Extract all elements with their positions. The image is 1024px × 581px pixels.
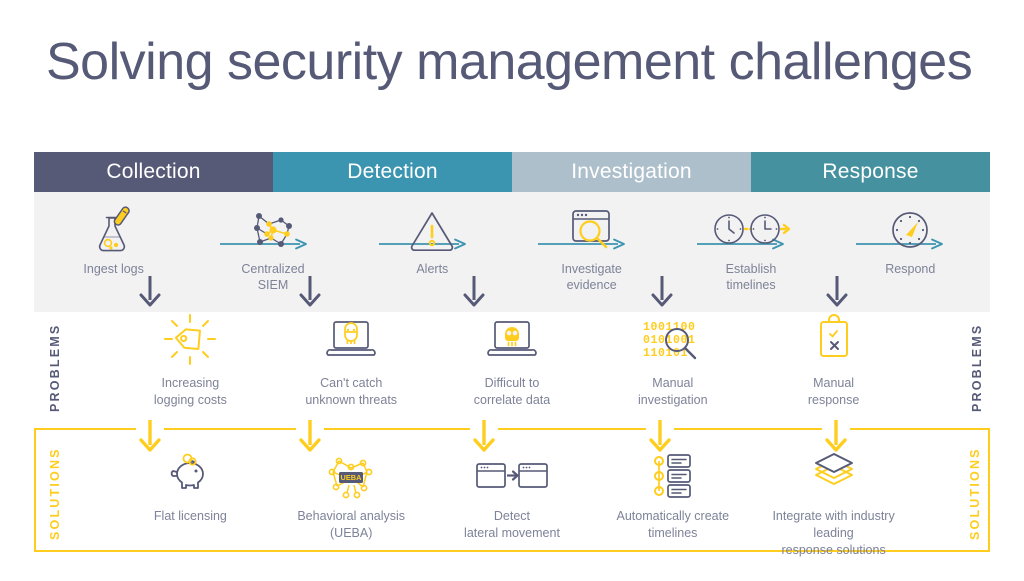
solution-label: Automatically create timelines bbox=[616, 509, 730, 540]
clipboard-check-x-icon bbox=[811, 312, 857, 368]
solution-label: Integrate with industry leading response … bbox=[772, 509, 895, 557]
down-arrow-to-solutions-1 bbox=[136, 420, 164, 454]
problems-rail-left: PROBLEMS bbox=[48, 323, 62, 413]
solution-flat-licensing[interactable]: Flat licensing bbox=[110, 430, 271, 550]
problem-label: Difficult to correlate data bbox=[473, 376, 551, 407]
flow-step-ingest-logs[interactable]: Ingest logs bbox=[34, 192, 193, 278]
stage-label: Investigation bbox=[571, 160, 692, 183]
stage-header-detection[interactable]: Detection bbox=[273, 152, 512, 192]
down-arrow-to-problems-4 bbox=[650, 276, 674, 308]
down-arrow-to-problems-3 bbox=[462, 276, 486, 308]
down-arrow-to-solutions-2 bbox=[296, 420, 324, 454]
problem-label: Increasing logging costs bbox=[153, 376, 227, 407]
solutions-rail-right: SOLUTIONS bbox=[968, 447, 982, 541]
down-arrow-to-problems-2 bbox=[298, 276, 322, 308]
piggy-bank-icon bbox=[163, 452, 217, 500]
flow-step-establish-timelines[interactable]: Establish timelines bbox=[671, 192, 830, 293]
timeline-list-icon bbox=[648, 452, 698, 500]
flow-step-alerts[interactable]: Alerts bbox=[353, 192, 512, 278]
browser-magnifier-icon bbox=[566, 204, 618, 256]
problem-label: Can't catch unknown threats bbox=[305, 376, 398, 407]
problem-cant-catch-unknown-threats[interactable]: Can't catch unknown threats bbox=[271, 312, 432, 428]
two-clocks-icon bbox=[711, 204, 791, 256]
solutions-rail-left: SOLUTIONS bbox=[48, 447, 62, 541]
stage-label: Response bbox=[822, 160, 919, 183]
solution-label: Behavioral analysis (UEBA) bbox=[297, 509, 406, 540]
windows-arrow-icon bbox=[474, 452, 550, 500]
problem-label: Manual investigation bbox=[638, 376, 708, 407]
down-arrow-to-problems-5 bbox=[825, 276, 849, 308]
solution-detect-lateral-movement[interactable]: Detect lateral movement bbox=[432, 430, 593, 550]
svg-text:110101: 110101 bbox=[643, 347, 688, 360]
problem-manual-investigation[interactable]: 1001100 0101001 110101 Manual investigati… bbox=[592, 312, 753, 428]
flow-step-investigate-evidence[interactable]: Investigate evidence bbox=[512, 192, 671, 293]
down-arrow-to-solutions-4 bbox=[646, 420, 674, 454]
ueba-network-icon: UEBA bbox=[323, 452, 379, 500]
network-nodes-icon bbox=[247, 204, 299, 256]
flow-step-label: Alerts bbox=[416, 262, 449, 276]
stage-header-response[interactable]: Response bbox=[751, 152, 990, 192]
problem-label: Manual response bbox=[807, 376, 860, 407]
problem-increasing-logging-costs[interactable]: Increasing logging costs bbox=[110, 312, 271, 428]
problems-rail-right: PROBLEMS bbox=[970, 323, 984, 413]
flow-step-label: Investigate evidence bbox=[561, 262, 622, 292]
laptop-skull-icon bbox=[483, 312, 541, 368]
down-arrow-to-problems-1 bbox=[138, 276, 162, 308]
stage-header-investigation[interactable]: Investigation bbox=[512, 152, 751, 192]
laptop-masked-face-icon bbox=[322, 312, 380, 368]
down-arrow-to-solutions-3 bbox=[470, 420, 498, 454]
solution-label: Flat licensing bbox=[153, 509, 227, 523]
stacked-layers-icon bbox=[807, 452, 861, 500]
flow-step-centralized-siem[interactable]: Centralized SIEM bbox=[193, 192, 352, 293]
flow-step-label: Establish timelines bbox=[725, 262, 777, 292]
price-tag-rays-icon bbox=[162, 312, 218, 368]
speedometer-icon bbox=[887, 204, 933, 256]
ueba-badge-label: UEBA bbox=[341, 473, 363, 482]
solution-behavioral-analysis-ueba[interactable]: UEBA Behavioral analysis (UEBA) bbox=[271, 430, 432, 550]
page-title: Solving security management challenges bbox=[46, 33, 973, 91]
flow-step-label: Respond bbox=[885, 262, 936, 276]
flow-step-respond[interactable]: Respond bbox=[831, 192, 990, 278]
problem-difficult-to-correlate-data[interactable]: Difficult to correlate data bbox=[432, 312, 593, 428]
stage-header-collection[interactable]: Collection bbox=[34, 152, 273, 192]
flow-step-label: Centralized SIEM bbox=[241, 262, 305, 292]
stage-header-bar: Collection Detection Investigation Respo… bbox=[34, 152, 990, 192]
solution-label: Detect lateral movement bbox=[464, 509, 560, 540]
flow-step-label: Ingest logs bbox=[83, 262, 144, 276]
slide-canvas: Solving security management challenges C… bbox=[0, 0, 1024, 581]
stage-label: Detection bbox=[347, 160, 438, 183]
problems-row: PROBLEMS PROBLEMS Increasing logging cos… bbox=[34, 312, 990, 428]
warning-triangle-icon bbox=[407, 204, 457, 256]
stage-label: Collection bbox=[106, 160, 201, 183]
problem-manual-response[interactable]: Manual response bbox=[753, 312, 914, 428]
binary-magnifier-icon: 1001100 0101001 110101 bbox=[637, 312, 709, 368]
down-arrow-to-solutions-5 bbox=[822, 420, 850, 454]
flask-dropper-icon bbox=[91, 204, 137, 256]
